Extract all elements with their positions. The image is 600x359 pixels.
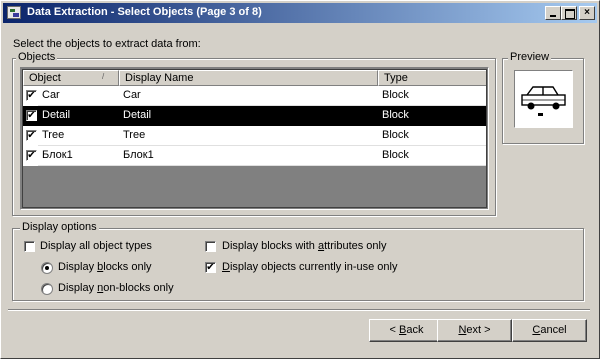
preview-legend: Preview bbox=[508, 51, 552, 63]
maximize-button[interactable] bbox=[561, 6, 577, 20]
cell-type: Block bbox=[378, 126, 486, 146]
sort-indicator-icon: / bbox=[102, 72, 105, 81]
minimize-button[interactable] bbox=[545, 6, 561, 20]
row-checkbox[interactable]: ✔ bbox=[26, 150, 37, 161]
car-block-icon bbox=[521, 86, 566, 116]
row-checkbox[interactable]: ✔ bbox=[26, 90, 37, 101]
blocks-with-attributes-checkbox[interactable] bbox=[205, 241, 216, 252]
in-use-only-label[interactable]: Display objects currently in-use only bbox=[222, 261, 397, 273]
display-non-blocks-only-radio[interactable] bbox=[41, 283, 53, 295]
cell-object: Detail bbox=[38, 106, 119, 126]
cell-type: Block bbox=[378, 106, 486, 126]
table-row[interactable]: ✔ Блок1 Блок1 Block bbox=[23, 146, 486, 166]
close-button[interactable]: × bbox=[579, 6, 595, 20]
cell-object: Tree bbox=[38, 126, 119, 146]
table-row-selected[interactable]: ✔ Detail Detail Block bbox=[23, 106, 486, 126]
row-checkbox[interactable]: ✔ bbox=[26, 130, 37, 141]
display-non-blocks-only-label[interactable]: Display non-blocks only bbox=[58, 282, 174, 294]
window-title: Data Extraction - Select Objects (Page 3… bbox=[27, 6, 262, 18]
blocks-with-attributes-label[interactable]: Display blocks with attributes only bbox=[222, 240, 386, 252]
column-header-object[interactable]: Object / bbox=[23, 70, 119, 86]
column-header-type[interactable]: Type bbox=[378, 70, 486, 86]
next-button[interactable]: Next > bbox=[437, 319, 512, 342]
column-header-display-name[interactable]: Display Name bbox=[119, 70, 378, 86]
instruction-label: Select the objects to extract data from: bbox=[13, 38, 201, 50]
cell-display-name: Блок1 bbox=[119, 146, 378, 166]
close-icon: × bbox=[584, 7, 590, 18]
cell-object: Блок1 bbox=[38, 146, 119, 166]
display-all-types-label[interactable]: Display all object types bbox=[40, 240, 152, 252]
cell-display-name: Car bbox=[119, 86, 378, 106]
display-options-legend: Display options bbox=[20, 221, 99, 233]
footer-separator bbox=[8, 309, 590, 311]
cancel-button[interactable]: Cancel bbox=[512, 319, 587, 342]
row-checkbox[interactable]: ✔ bbox=[26, 110, 37, 121]
display-all-types-checkbox[interactable] bbox=[24, 241, 35, 252]
app-icon[interactable] bbox=[7, 6, 21, 19]
table-row[interactable]: ✔ Tree Tree Block bbox=[23, 126, 486, 146]
cell-display-name: Tree bbox=[119, 126, 378, 146]
display-blocks-only-label[interactable]: Display blocks only bbox=[58, 261, 152, 273]
objects-list[interactable]: Object / Display Name Type ✔ Car Car Blo… bbox=[20, 67, 489, 210]
back-button[interactable]: < Back bbox=[369, 319, 444, 342]
in-use-only-checkbox[interactable]: ✔ bbox=[205, 262, 216, 273]
table-row[interactable]: ✔ Car Car Block bbox=[23, 86, 486, 106]
cell-object: Car bbox=[38, 86, 119, 106]
preview-image bbox=[514, 70, 573, 128]
cell-display-name: Detail bbox=[119, 106, 378, 126]
cell-type: Block bbox=[378, 146, 486, 166]
display-blocks-only-radio[interactable] bbox=[41, 262, 53, 274]
cell-type: Block bbox=[378, 86, 486, 106]
objects-group-legend: Objects bbox=[16, 51, 58, 63]
title-bar[interactable]: Data Extraction - Select Objects (Page 3… bbox=[3, 3, 597, 23]
